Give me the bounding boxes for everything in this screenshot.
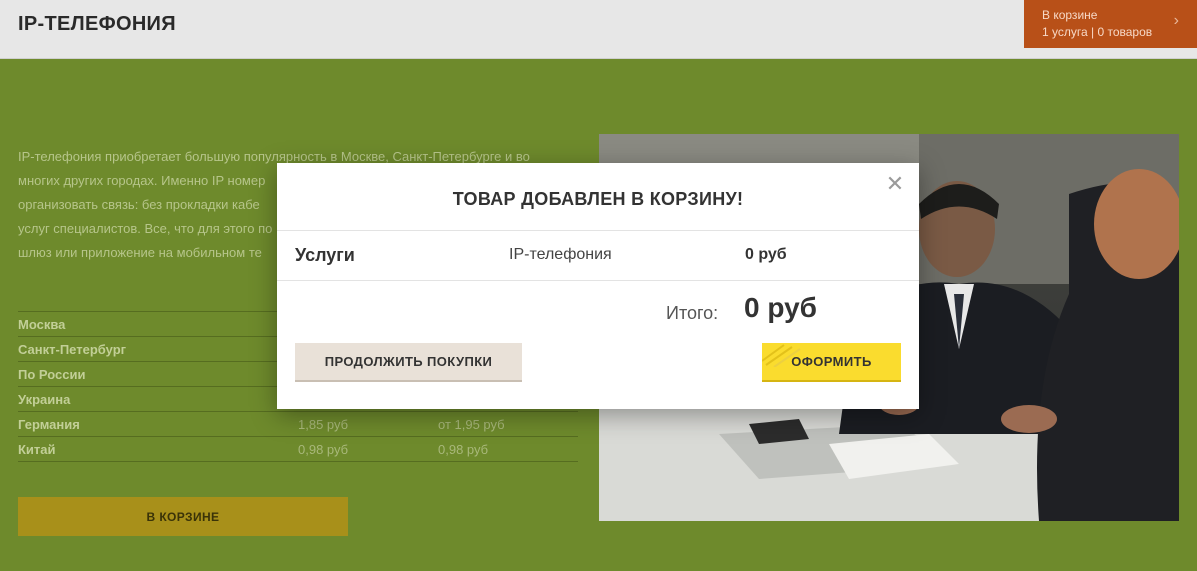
item-category: Услуги bbox=[295, 245, 355, 265]
modal-title: ТОВАР ДОБАВЛЕН В КОРЗИНУ! bbox=[452, 189, 744, 209]
total-value: 0 руб bbox=[744, 292, 817, 323]
item-price: 0 руб bbox=[745, 246, 787, 263]
total-label: Итого: bbox=[666, 303, 719, 323]
added-to-cart-modal: ✕ ТОВАР ДОБАВЛЕН В КОРЗИНУ! Услуги IP-те… bbox=[277, 163, 919, 409]
item-name: IP-телефония bbox=[509, 246, 612, 263]
checkout-button[interactable]: ОФОРМИТЬ bbox=[762, 343, 901, 382]
continue-shopping-button[interactable]: ПРОДОЛЖИТЬ ПОКУПКИ bbox=[295, 343, 522, 382]
checkout-button-label: ОФОРМИТЬ bbox=[791, 354, 872, 369]
cart-item-row: Услуги IP-телефония 0 руб bbox=[277, 230, 919, 281]
